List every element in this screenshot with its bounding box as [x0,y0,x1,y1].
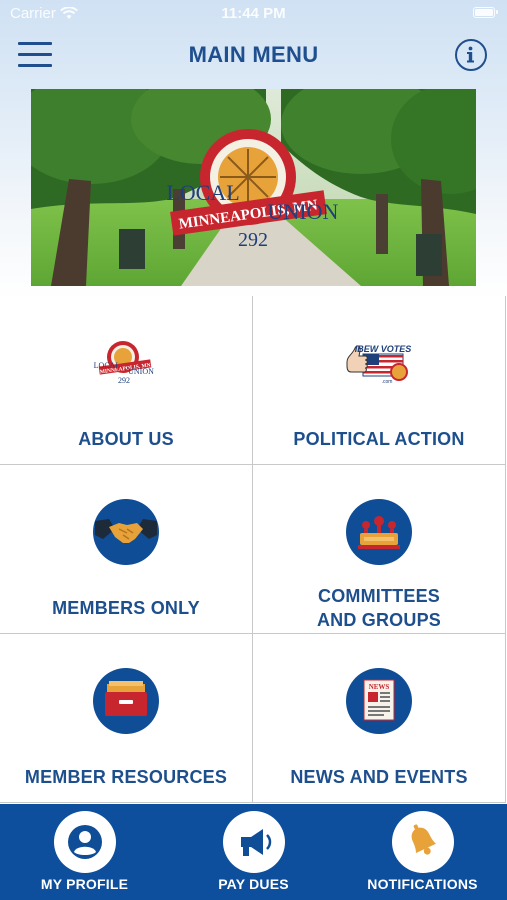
tile-label: NEWS AND EVENTS [290,767,468,787]
tile-label-line-1: COMMITTEES [318,586,440,606]
menu-tile-political-action[interactable]: IBEW VOTES .com POLITICAL ACTION [253,296,506,465]
banner-union-text: UNION [268,199,339,224]
menu-tile-about-us[interactable]: MINNEAPOLIS, MN LOCAL UNION 292 ABOUT US [0,296,253,465]
tab-label: MY PROFILE [40,876,129,892]
info-glyph [467,46,474,63]
newspaper-icon: NEWS [346,668,412,734]
tab-pay-dues[interactable]: PAY DUES [169,804,338,900]
tab-label: NOTIFICATIONS [367,876,478,892]
battery-icon [473,7,498,18]
info-icon[interactable] [455,39,487,71]
main-menu-grid: MINNEAPOLIS, MN LOCAL UNION 292 ABOUT US… [0,296,507,804]
ibew-votes-domain-text: .com [382,379,393,385]
logo-number-text: 292 [118,376,130,385]
banner-local-text: LOCAL [166,180,239,205]
logo-union-text: UNION [128,367,154,376]
tile-label: MEMBERS ONLY [52,598,200,618]
tab-label: PAY DUES [218,876,289,892]
bottom-tab-bar: MY PROFILE PAY DUES NOTIFICATIONS [0,804,507,900]
tile-label: ABOUT US [78,429,174,449]
status-time: 11:44 PM [221,5,286,22]
newspaper-headline-text: NEWS [369,683,390,691]
menu-tile-member-resources[interactable]: MEMBER RESOURCES [0,634,253,803]
ibew-votes-text: IBEW VOTES [355,344,412,354]
status-bar: Carrier 11:44 PM [0,0,507,28]
park-banner-illustration: MINNEAPOLIS, MN LOCAL UNION 292 [31,89,476,286]
file-drawer-icon [93,668,159,734]
local-292-logo-icon: MINNEAPOLIS, MN LOCAL UNION 292 [91,339,161,387]
logo-local-text: LOCAL [94,361,121,370]
handshake-icon [93,499,159,565]
podium-icon [346,499,412,565]
ibew-votes-icon: IBEW VOTES .com [343,338,415,386]
page-title: MAIN MENU [188,42,319,67]
menu-tile-members-only[interactable]: MEMBERS ONLY [0,465,253,634]
navigation-bar: MAIN MENU [0,30,507,80]
menu-tile-committees-and-groups[interactable]: COMMITTEES AND GROUPS [253,465,506,634]
tile-label: MEMBER RESOURCES [24,767,228,787]
banner-image: MINNEAPOLIS, MN LOCAL UNION 292 [31,89,476,286]
tile-label-line-2: AND GROUPS [316,610,441,630]
bell-icon [391,811,454,873]
megaphone-icon [222,811,285,873]
user-profile-icon [53,811,116,873]
tab-notifications[interactable]: NOTIFICATIONS [338,804,507,900]
menu-tile-news-and-events[interactable]: NEWS NEWS AND EVENTS [253,634,506,803]
banner-number-text: 292 [238,229,268,251]
tile-label: POLITICAL ACTION [293,429,465,449]
tab-my-profile[interactable]: MY PROFILE [0,804,169,900]
